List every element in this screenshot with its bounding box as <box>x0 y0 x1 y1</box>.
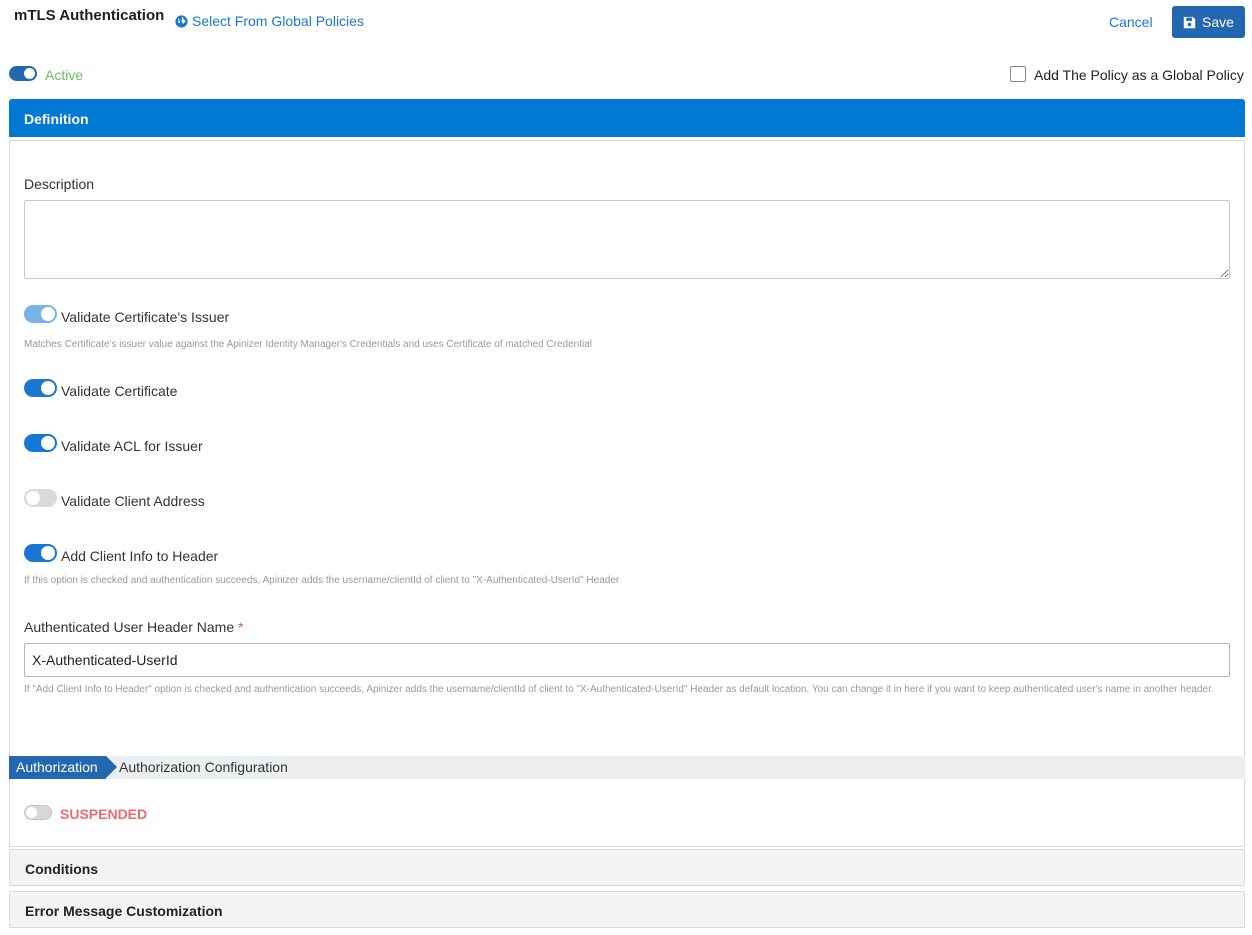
validate-issuer-hint: Matches Certificate's issuer value again… <box>24 339 592 350</box>
validate-client-address-toggle[interactable] <box>24 489 57 507</box>
global-policy-checkbox[interactable] <box>1010 66 1026 82</box>
authorization-tab[interactable]: Authorization <box>9 756 117 779</box>
select-global-policies-label: Select From Global Policies <box>192 13 364 29</box>
validate-certificate-toggle[interactable] <box>24 379 57 397</box>
required-marker: * <box>238 619 244 635</box>
validate-issuer-label: Validate Certificate's Issuer <box>61 309 230 325</box>
toggle-knob <box>41 381 55 395</box>
active-toggle[interactable] <box>9 66 37 81</box>
toggle-knob <box>41 436 55 450</box>
toggle-knob <box>24 68 35 79</box>
authorization-status-label: SUSPENDED <box>60 806 148 822</box>
global-policy-label: Add The Policy as a Global Policy <box>1034 67 1244 83</box>
save-button[interactable]: Save <box>1172 6 1245 38</box>
toggle-knob <box>41 307 55 321</box>
header-name-hint: If "Add Client Info to Header" option is… <box>24 684 1214 695</box>
add-client-info-label: Add Client Info to Header <box>61 548 219 564</box>
add-client-info-hint: If this option is checked and authentica… <box>24 575 620 586</box>
save-button-label: Save <box>1202 14 1234 30</box>
globe-icon <box>175 14 188 28</box>
header-name-input[interactable] <box>24 643 1230 677</box>
select-global-policies-link[interactable]: Select From Global Policies <box>175 13 364 29</box>
validate-client-address-label: Validate Client Address <box>61 493 205 509</box>
cancel-button[interactable]: Cancel <box>1109 14 1153 30</box>
toggle-knob <box>26 807 37 818</box>
page-title: mTLS Authentication <box>14 7 165 24</box>
validate-issuer-toggle[interactable] <box>24 305 57 323</box>
floppy-disk-icon <box>1183 16 1196 28</box>
validate-acl-label: Validate ACL for Issuer <box>61 438 203 454</box>
conditions-section-header[interactable]: Conditions <box>9 849 1245 886</box>
toggle-knob <box>41 546 55 560</box>
validate-acl-toggle[interactable] <box>24 434 57 452</box>
description-label: Description <box>24 176 95 192</box>
add-client-info-toggle[interactable] <box>24 544 57 562</box>
header-name-field-label: Authenticated User Header Name * <box>24 619 243 635</box>
description-textarea[interactable] <box>24 200 1230 279</box>
header-name-label-text: Authenticated User Header Name <box>24 619 235 635</box>
active-label: Active <box>45 67 84 83</box>
authorization-config-label: Authorization Configuration <box>119 759 288 775</box>
error-message-section-header[interactable]: Error Message Customization <box>9 891 1245 928</box>
definition-section-header[interactable]: Definition <box>9 99 1245 137</box>
validate-certificate-label: Validate Certificate <box>61 383 178 399</box>
toggle-knob <box>26 491 40 505</box>
authorization-toggle[interactable] <box>24 805 52 820</box>
